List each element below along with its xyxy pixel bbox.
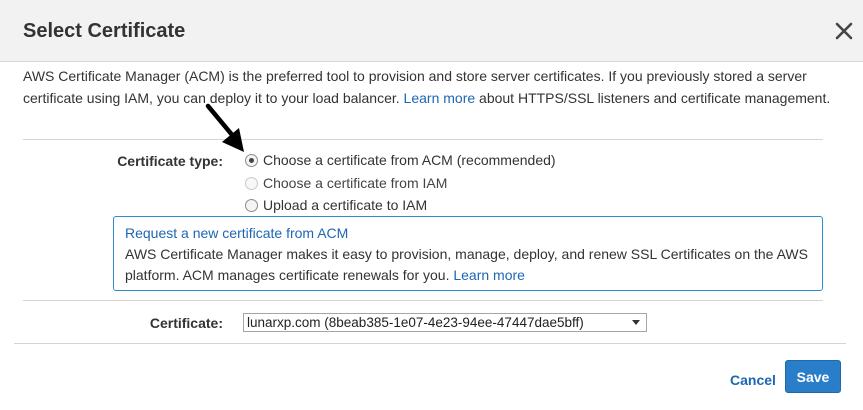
request-certificate-link[interactable]: Request a new certificate from ACM: [125, 225, 348, 241]
info-learn-more-link[interactable]: Learn more: [453, 267, 525, 283]
radio-option-acm[interactable]: Choose a certificate from ACM (recommend…: [245, 150, 556, 170]
radio-upload-button[interactable]: [245, 198, 258, 212]
cancel-button[interactable]: Cancel: [730, 372, 776, 388]
radio-option-upload[interactable]: Upload a certificate to IAM: [245, 195, 427, 215]
chevron-down-icon: [632, 320, 640, 325]
save-button[interactable]: Save: [785, 360, 841, 393]
radio-option-iam: Choose a certificate from IAM: [245, 173, 447, 193]
intro-text: AWS Certificate Manager (ACM) is the pre…: [23, 66, 843, 109]
intro-learn-more-link[interactable]: Learn more: [404, 90, 476, 106]
acm-info-box: Request a new certificate from ACM AWS C…: [113, 216, 823, 291]
certificate-select[interactable]: lunarxp.com (8beab385-1e07-4e23-94ee-474…: [243, 313, 647, 332]
close-icon[interactable]: [832, 19, 856, 43]
certificate-type-label: Certificate type:: [117, 153, 223, 169]
radio-acm-label: Choose a certificate from ACM (recommend…: [263, 152, 556, 168]
radio-iam-button: [245, 176, 258, 190]
radio-upload-label: Upload a certificate to IAM: [263, 197, 428, 213]
certificate-select-value: lunarxp.com (8beab385-1e07-4e23-94ee-474…: [247, 315, 584, 330]
info-box-body: AWS Certificate Manager makes it easy to…: [125, 244, 811, 286]
radio-iam-label: Choose a certificate from IAM: [263, 175, 448, 191]
annotation-arrow-icon: [205, 103, 244, 152]
radio-acm-button[interactable]: [245, 153, 258, 167]
dialog-title: Select Certificate: [23, 20, 186, 42]
divider: [23, 139, 823, 140]
intro-text-2: about HTTPS/SSL listeners and certificat…: [479, 89, 831, 106]
divider: [23, 300, 823, 301]
footer-divider: [14, 343, 846, 344]
certificate-label: Certificate:: [149, 315, 223, 331]
dialog-header: Select Certificate: [0, 0, 863, 62]
